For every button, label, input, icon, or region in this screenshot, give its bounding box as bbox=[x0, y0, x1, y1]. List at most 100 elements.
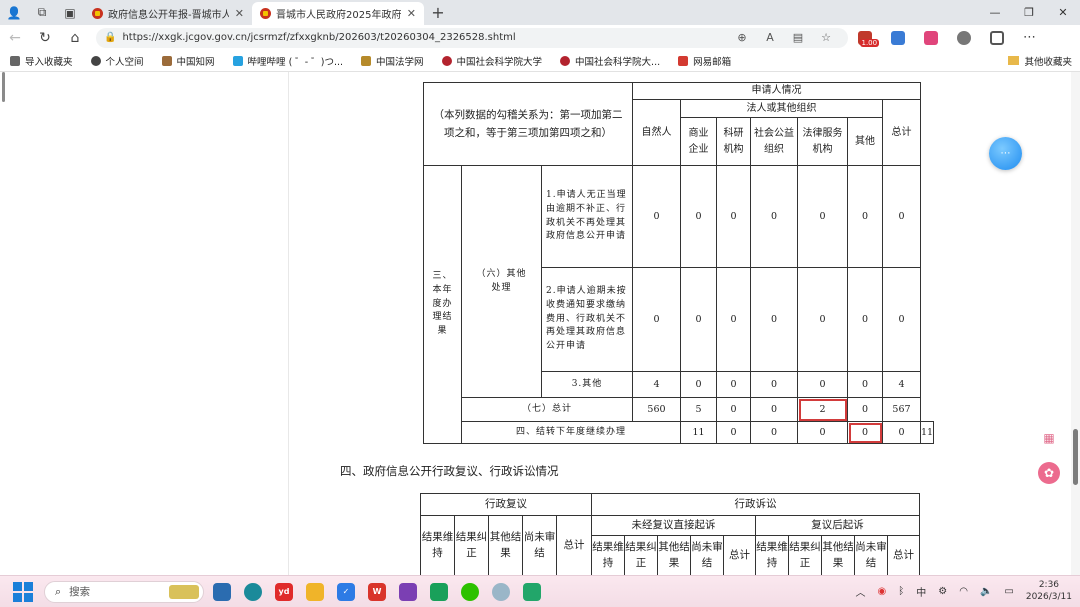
value-cell: 0 bbox=[750, 165, 798, 268]
commercial-header: 商业企业 bbox=[680, 117, 717, 166]
review-col-header: 总计 bbox=[556, 515, 592, 575]
task-view-icon[interactable] bbox=[209, 581, 235, 603]
remote-desktop-icon[interactable] bbox=[519, 581, 545, 603]
ime-indicator[interactable]: 中 bbox=[916, 584, 926, 599]
value-cell: 0 bbox=[797, 421, 848, 444]
value-cell: 0 bbox=[716, 165, 751, 268]
settings-tray-icon[interactable]: ⚙ bbox=[938, 586, 947, 597]
favorite-star-icon[interactable]: ☆ bbox=[812, 31, 840, 44]
value-cell: 0 bbox=[797, 165, 848, 268]
lit-col-header: 其他结果 bbox=[657, 535, 691, 575]
bookmark-bilibili[interactable]: 哔哩哔哩 ( ゜- ゜)つ... bbox=[232, 54, 343, 68]
value-cell: 5 bbox=[680, 397, 717, 422]
new-tab-button[interactable]: + bbox=[424, 3, 452, 22]
immersive-reader-icon[interactable]: ▤ bbox=[784, 31, 812, 44]
chevron-up-icon[interactable]: ︿ bbox=[856, 584, 866, 599]
value-cell: 560 bbox=[632, 397, 681, 422]
refresh-icon[interactable]: ↻ bbox=[30, 30, 60, 46]
sidebar-discover-icon[interactable]: ✿ bbox=[1038, 462, 1060, 484]
bookmark-import[interactable]: 导入收藏夹 bbox=[10, 54, 73, 68]
scrollbar-thumb[interactable] bbox=[1073, 429, 1078, 485]
globe-icon bbox=[90, 55, 101, 66]
lit-col-header: 尚未审结 bbox=[854, 535, 888, 575]
value-cell: 0 bbox=[797, 267, 848, 372]
file-explorer-icon[interactable] bbox=[302, 581, 328, 603]
other-bookmarks[interactable]: 其他收藏夹 bbox=[1008, 54, 1072, 68]
read-aloud-icon[interactable]: A bbox=[756, 31, 784, 44]
favorites-icon[interactable] bbox=[980, 30, 1013, 45]
value-cell: 0 bbox=[716, 267, 751, 372]
extensions-puzzle-icon[interactable] bbox=[947, 30, 980, 45]
bluetooth-icon[interactable]: ᛒ bbox=[898, 586, 904, 597]
section-label: 三、本年度办理结果 bbox=[423, 165, 462, 444]
left-edge bbox=[0, 72, 8, 575]
law-icon bbox=[361, 55, 372, 66]
legal-service-header: 法律服务机构 bbox=[797, 117, 848, 166]
group-label: （六）其他处理 bbox=[461, 165, 542, 398]
url-field[interactable]: 🔒 https://xxgk.jcgov.gov.cn/jcsrmzf/zfxx… bbox=[96, 27, 848, 48]
minimize-icon[interactable]: — bbox=[978, 6, 1012, 19]
wifi-icon[interactable]: ◠ bbox=[959, 586, 968, 597]
value-cell: 0 bbox=[680, 267, 717, 372]
close-tab-icon[interactable]: ✕ bbox=[235, 7, 244, 20]
qq-icon[interactable] bbox=[488, 581, 514, 603]
bookmark-163-mail[interactable]: 网易邮箱 bbox=[678, 54, 731, 68]
gov-emblem-icon bbox=[92, 8, 103, 19]
wps-icon[interactable]: W bbox=[364, 581, 390, 603]
lock-icon[interactable]: 🔒 bbox=[104, 32, 116, 43]
wechat-icon[interactable] bbox=[457, 581, 483, 603]
value-cell: 0 bbox=[847, 397, 883, 422]
wechat-work-icon[interactable] bbox=[426, 581, 452, 603]
volume-icon[interactable]: 🔈 bbox=[980, 586, 992, 597]
window-controls: — ❐ ✕ bbox=[978, 6, 1080, 19]
system-tray: ︿ ◉ ᛒ 中 ⚙ ◠ 🔈 ▭ 2:36 2026/3/11 bbox=[850, 580, 1080, 603]
bilibili-icon bbox=[232, 55, 243, 66]
clock[interactable]: 2:36 2026/3/11 bbox=[1026, 580, 1072, 603]
restore-icon[interactable]: ❐ bbox=[1012, 6, 1046, 19]
bookmark-cnki[interactable]: 中国知网 bbox=[161, 54, 215, 68]
bookmark-chinalaw[interactable]: 中国法学网 bbox=[361, 54, 424, 68]
zoom-icon[interactable]: ⊕ bbox=[728, 31, 756, 44]
url-text[interactable]: https://xxgk.jcgov.gov.cn/jcsrmzf/zfxxgk… bbox=[122, 32, 728, 43]
battery-icon[interactable]: ▭ bbox=[1004, 586, 1013, 597]
tab-actions-icon[interactable]: ▣ bbox=[56, 0, 84, 25]
workspaces-icon[interactable]: ⧉ bbox=[28, 0, 56, 25]
value-cell: 11 bbox=[919, 421, 935, 444]
tray-app-icon[interactable]: ◉ bbox=[878, 586, 887, 597]
bookmarks-bar: 导入收藏夹 个人空间 中国知网 哔哩哔哩 ( ゜- ゜)つ... 中国法学网 中… bbox=[0, 50, 1080, 72]
youdao-icon[interactable]: yd bbox=[271, 581, 297, 603]
tab-annual-report-list[interactable]: 政府信息公开年报-晋城市人民政府 ✕ bbox=[84, 2, 252, 25]
tab-annual-report-2025[interactable]: 晋城市人民政府2025年政府信息公开 ✕ bbox=[252, 2, 424, 25]
taskbar-search[interactable]: ⌕ 搜索 bbox=[44, 580, 204, 603]
extension-pink-icon[interactable] bbox=[914, 30, 947, 45]
lit-col-header: 结果纠正 bbox=[788, 535, 822, 575]
value-cell: 567 bbox=[882, 397, 921, 422]
value-cell: 4 bbox=[632, 371, 681, 398]
extension-blue-icon[interactable] bbox=[881, 30, 914, 45]
ucass-icon bbox=[441, 55, 452, 66]
lit-col-header: 总计 bbox=[723, 535, 756, 575]
address-bar-row: ← ↻ ⌂ 🔒 https://xxgk.jcgov.gov.cn/jcsrmz… bbox=[0, 25, 1080, 50]
row-label: 1.申请人无正当理由逾期不补正、行政机关不再处理其政府信息公开申请 bbox=[541, 165, 633, 268]
value-cell: 0 bbox=[847, 267, 883, 372]
home-icon[interactable]: ⌂ bbox=[60, 30, 90, 46]
floating-assistant-button[interactable]: ⋯ bbox=[989, 137, 1022, 170]
bookmark-ucass[interactable]: 中国社会科学院大学 bbox=[441, 54, 542, 68]
page-scrollbar[interactable] bbox=[1071, 72, 1080, 575]
application-results-table: （本列数据的勾稽关系为：第一项加第二项之和，等于第三项加第四项之和） 申请人情况… bbox=[423, 82, 935, 444]
bookmark-personal-space[interactable]: 个人空间 bbox=[90, 54, 144, 68]
profile-icon[interactable]: 👤 bbox=[0, 0, 28, 25]
close-window-icon[interactable]: ✕ bbox=[1046, 6, 1080, 19]
onenote-icon[interactable] bbox=[395, 581, 421, 603]
total-row-label: （七）总计 bbox=[461, 397, 633, 422]
start-button[interactable] bbox=[12, 581, 34, 603]
sidebar-apps-icon[interactable]: ▦ bbox=[1038, 427, 1060, 449]
extension-shield-icon[interactable]: 1.00 bbox=[848, 30, 881, 47]
bookmark-cass[interactable]: 中国社会科学院大... bbox=[560, 54, 660, 68]
more-menu-icon[interactable]: ⋯ bbox=[1013, 30, 1046, 45]
todo-icon[interactable]: ✓ bbox=[333, 581, 359, 603]
value-cell: 0 bbox=[882, 165, 921, 268]
close-tab-icon[interactable]: ✕ bbox=[407, 7, 416, 20]
back-icon[interactable]: ← bbox=[0, 30, 30, 46]
edge-icon[interactable] bbox=[240, 581, 266, 603]
